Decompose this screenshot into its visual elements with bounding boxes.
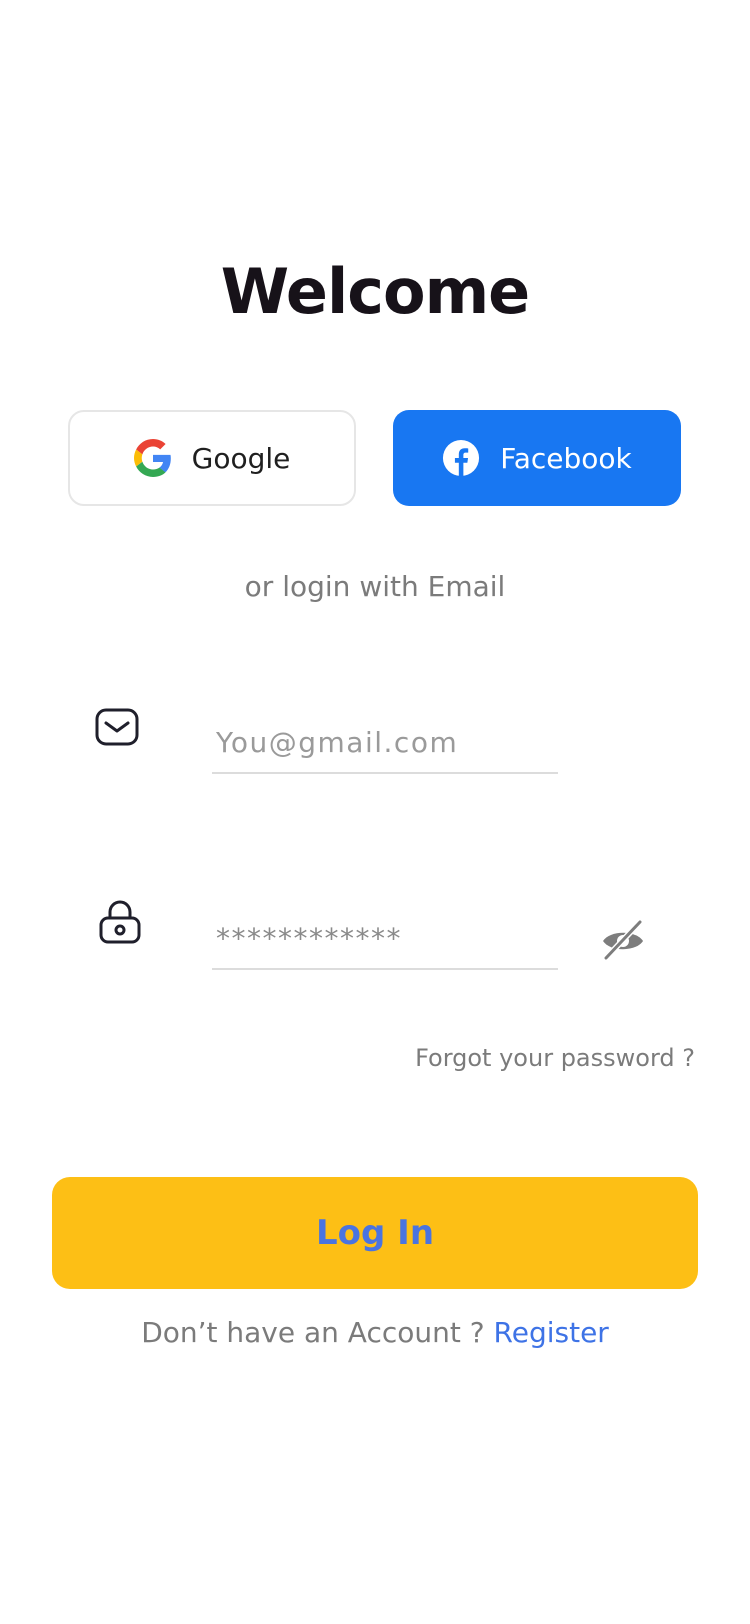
- password-input[interactable]: [212, 910, 558, 966]
- login-divider-text: or login with Email: [244, 570, 506, 603]
- lock-icon: [96, 898, 144, 946]
- email-input[interactable]: [212, 714, 558, 770]
- eye-off-icon[interactable]: [600, 916, 646, 962]
- google-login-button[interactable]: Google: [68, 410, 356, 506]
- email-field-container: [212, 714, 558, 774]
- facebook-icon: [442, 439, 480, 477]
- facebook-login-label: Facebook: [500, 441, 632, 475]
- register-prompt: Don’t have an Account ?: [141, 1316, 485, 1349]
- register-row: Don’t have an Account ? Register: [0, 1316, 750, 1349]
- google-icon: [133, 439, 172, 477]
- facebook-login-button[interactable]: Facebook: [393, 410, 681, 506]
- register-link[interactable]: Register: [494, 1316, 609, 1349]
- mail-icon: [94, 705, 142, 753]
- forgot-password-link[interactable]: Forgot your password ?: [415, 1044, 695, 1072]
- password-field-container: [212, 910, 558, 970]
- page-title: Welcome: [220, 255, 530, 328]
- login-button[interactable]: Log In: [52, 1177, 698, 1289]
- google-login-label: Google: [191, 441, 291, 475]
